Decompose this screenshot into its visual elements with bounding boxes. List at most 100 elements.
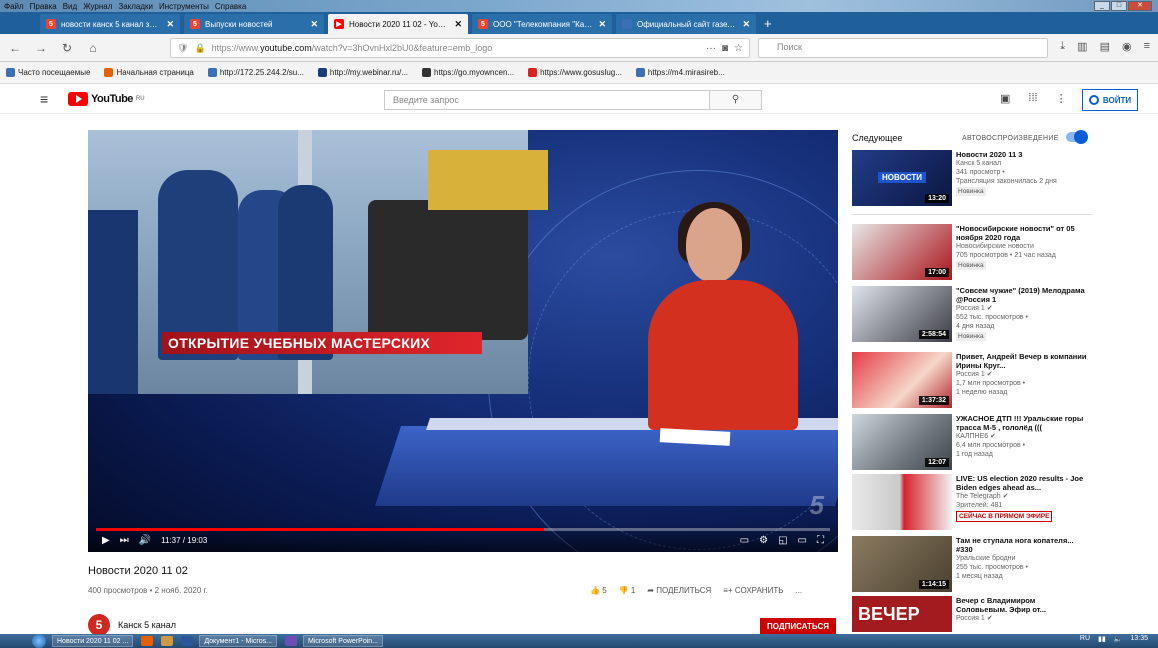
app-icon[interactable] <box>284 636 297 646</box>
rec-title[interactable]: LIVE: US election 2020 results - Joe Bid… <box>956 474 1088 492</box>
recommended-video[interactable]: LIVE: US election 2020 results - Joe Bid… <box>852 474 1092 538</box>
window-close-button[interactable]: ✕ <box>1128 1 1152 11</box>
bookmark-item[interactable]: https://www.gosuslug... <box>528 68 622 77</box>
create-video-icon[interactable]: ▣ <box>1000 92 1010 105</box>
tab-close-icon[interactable]: ✕ <box>742 19 750 30</box>
settings-gear-icon[interactable]: ⚙ <box>759 535 768 546</box>
hamburger-menu-icon[interactable]: ≡ <box>40 91 48 107</box>
recommended-video[interactable]: 12:07 УЖАСНОЕ ДТП !!! Уральские горы тра… <box>852 414 1092 478</box>
rec-title[interactable]: "Новосибирские новости" от 05 ноября 202… <box>956 224 1088 242</box>
network-icon[interactable]: ▮▮ <box>1098 635 1106 643</box>
firefox-icon[interactable] <box>141 636 154 646</box>
tab-close-icon[interactable]: ✕ <box>166 19 174 30</box>
rec-title[interactable]: Привет, Андрей! Вечер в компании Ирины К… <box>956 352 1088 370</box>
recommended-video[interactable]: 1:14:15 Там не ступала нога копателя... … <box>852 536 1092 600</box>
taskbar-item[interactable]: Документ1 - Micros... <box>199 635 277 647</box>
rec-title[interactable]: УЖАСНОЕ ДТП !!! Уральские горы трасса М-… <box>956 414 1088 432</box>
video-thumbnail[interactable] <box>852 474 952 530</box>
settings-dots-icon[interactable]: ⋮ <box>1056 92 1067 105</box>
like-button[interactable]: 👍 5 <box>590 586 607 595</box>
reload-icon[interactable]: ↻ <box>58 39 76 57</box>
miniplayer-icon[interactable]: ◱ <box>778 535 787 546</box>
tab-youtube-active[interactable]: ▶ Новости 2020 11 02 - YouTube ✕ <box>328 14 468 34</box>
video-thumbnail[interactable]: 12:07 <box>852 414 952 470</box>
new-tab-icon[interactable]: + <box>764 16 772 31</box>
home-icon[interactable]: ⌂ <box>84 39 102 57</box>
recommended-video[interactable]: 17:00 "Новосибирские новости" от 05 нояб… <box>852 224 1092 288</box>
bookmark-item[interactable]: https://go.myowncen... <box>422 68 514 77</box>
sidebar-icon[interactable]: ▤ <box>1100 40 1110 53</box>
tab-close-icon[interactable]: ✕ <box>310 19 318 30</box>
rec-title[interactable]: "Совсем чужие" (2019) Мелодрама @Россия … <box>956 286 1088 304</box>
youtube-logo[interactable]: YouTube RU <box>68 92 145 106</box>
menu-icon[interactable]: ≡ <box>1144 40 1150 53</box>
rec-title[interactable]: Новости 2020 11 3 <box>956 150 1088 159</box>
volume-tray-icon[interactable]: 🔈 <box>1114 635 1123 643</box>
play-icon[interactable]: ▶ <box>102 535 110 546</box>
video-thumbnail[interactable]: 1:37:32 <box>852 352 952 408</box>
shield-icon[interactable]: 🛡 <box>177 43 188 54</box>
page-actions-icon[interactable]: ··· <box>706 43 716 54</box>
tab-newspaper[interactable]: Официальный сайт газеты «Канс ✕ <box>616 14 756 34</box>
start-button-icon[interactable] <box>32 634 46 648</box>
taskbar-item[interactable]: Microsoft PowerPoin... <box>302 635 383 647</box>
video-player[interactable]: ОТКРЫТИЕ УЧЕБНЫХ МАСТЕРСКИХ 5 ▶ ⏭ 🔊 11:3… <box>88 130 838 552</box>
fullscreen-icon[interactable]: ⛶ <box>817 535 824 546</box>
menu-file[interactable]: Файл <box>4 2 24 11</box>
menu-bookmarks[interactable]: Закладки <box>118 2 153 11</box>
menu-view[interactable]: Вид <box>63 2 77 11</box>
more-actions-icon[interactable]: ... <box>795 586 802 595</box>
menu-help[interactable]: Справка <box>215 2 246 11</box>
bookmark-star-icon[interactable]: ☆ <box>734 43 743 54</box>
maximize-button[interactable]: □ <box>1111 1 1127 11</box>
lock-icon[interactable]: 🔒 <box>194 43 205 54</box>
bookmark-item[interactable]: Часто посещаемые <box>6 68 90 77</box>
progress-bar[interactable] <box>96 528 830 531</box>
volume-icon[interactable]: 🔊 <box>139 535 151 546</box>
search-button[interactable]: ⚲ <box>710 90 762 110</box>
word-icon[interactable] <box>181 636 194 646</box>
video-thumbnail[interactable]: 1:14:15 <box>852 536 952 592</box>
recommended-video[interactable]: ВЕЧЕР Вечер с Владимиром Соловьевым. Эфи… <box>852 596 1092 634</box>
tab-close-icon[interactable]: ✕ <box>598 19 606 30</box>
rec-title[interactable]: Там не ступала нога копателя... #330 <box>956 536 1088 554</box>
video-thumbnail[interactable]: НОВОСТИ 13:20 <box>852 150 952 206</box>
recommended-video[interactable]: 2:58:54 "Совсем чужие" (2019) Мелодрама … <box>852 286 1092 350</box>
next-icon[interactable]: ⏭ <box>120 535 129 546</box>
menu-edit[interactable]: Правка <box>30 2 57 11</box>
address-bar[interactable]: 🛡 🔒 https://www.youtube.com/watch?v=3hOv… <box>170 38 750 58</box>
taskbar-item[interactable]: Новости 2020 11 02 ... <box>52 635 134 647</box>
video-thumbnail[interactable]: 2:58:54 <box>852 286 952 342</box>
video-thumbnail[interactable]: ВЕЧЕР <box>852 596 952 632</box>
autoplay-toggle[interactable] <box>1066 130 1088 144</box>
minimize-button[interactable]: _ <box>1094 1 1110 11</box>
channel-avatar[interactable]: 5 <box>88 614 110 636</box>
recommended-video[interactable]: НОВОСТИ 13:20 Новости 2020 11 3 Канск 5 … <box>852 150 1092 214</box>
tab-kansk-news[interactable]: 5 новости канск 5 канал за 02.1 ✕ <box>40 14 180 34</box>
browser-search-input[interactable]: Поиск <box>758 38 1048 58</box>
bookmark-item[interactable]: http://172.25.244.2/su... <box>207 68 304 77</box>
signin-button[interactable]: ВОЙТИ <box>1082 89 1138 111</box>
download-icon[interactable]: ⤓ <box>1060 40 1065 53</box>
dislike-button[interactable]: 👎 1 <box>619 586 636 595</box>
recommended-video[interactable]: 1:37:32 Привет, Андрей! Вечер в компании… <box>852 352 1092 416</box>
share-button[interactable]: ➦ ПОДЕЛИТЬСЯ <box>647 586 711 595</box>
forward-arrow-icon[interactable]: → <box>32 39 50 57</box>
video-thumbnail[interactable]: 17:00 <box>852 224 952 280</box>
rec-title[interactable]: Вечер с Владимиром Соловьевым. Эфир от..… <box>956 596 1088 614</box>
bookmark-item[interactable]: Начальная страница <box>104 68 194 77</box>
explorer-icon[interactable] <box>161 636 174 646</box>
pocket-icon[interactable]: ◙ <box>722 43 728 54</box>
menu-history[interactable]: Журнал <box>83 2 112 11</box>
youtube-search-input[interactable]: Введите запрос <box>384 90 710 110</box>
back-arrow-icon[interactable]: ← <box>6 39 24 57</box>
subtitles-icon[interactable]: ▭ <box>740 535 749 546</box>
apps-grid-icon[interactable]: ⁞⁞⁞ <box>1028 92 1037 105</box>
tab-news-releases[interactable]: 5 Выпуски новостей ✕ <box>184 14 324 34</box>
tab-telekompania[interactable]: 5 ООО "Телекомпания "Канск " ✕ <box>472 14 612 34</box>
menu-tools[interactable]: Инструменты <box>159 2 209 11</box>
save-button[interactable]: ≡+ СОХРАНИТЬ <box>723 586 783 595</box>
bookmark-item[interactable]: http://my.webinar.ru/... <box>317 68 408 77</box>
channel-name[interactable]: Канск 5 канал <box>118 620 176 630</box>
theater-mode-icon[interactable]: ▭ <box>798 535 807 546</box>
